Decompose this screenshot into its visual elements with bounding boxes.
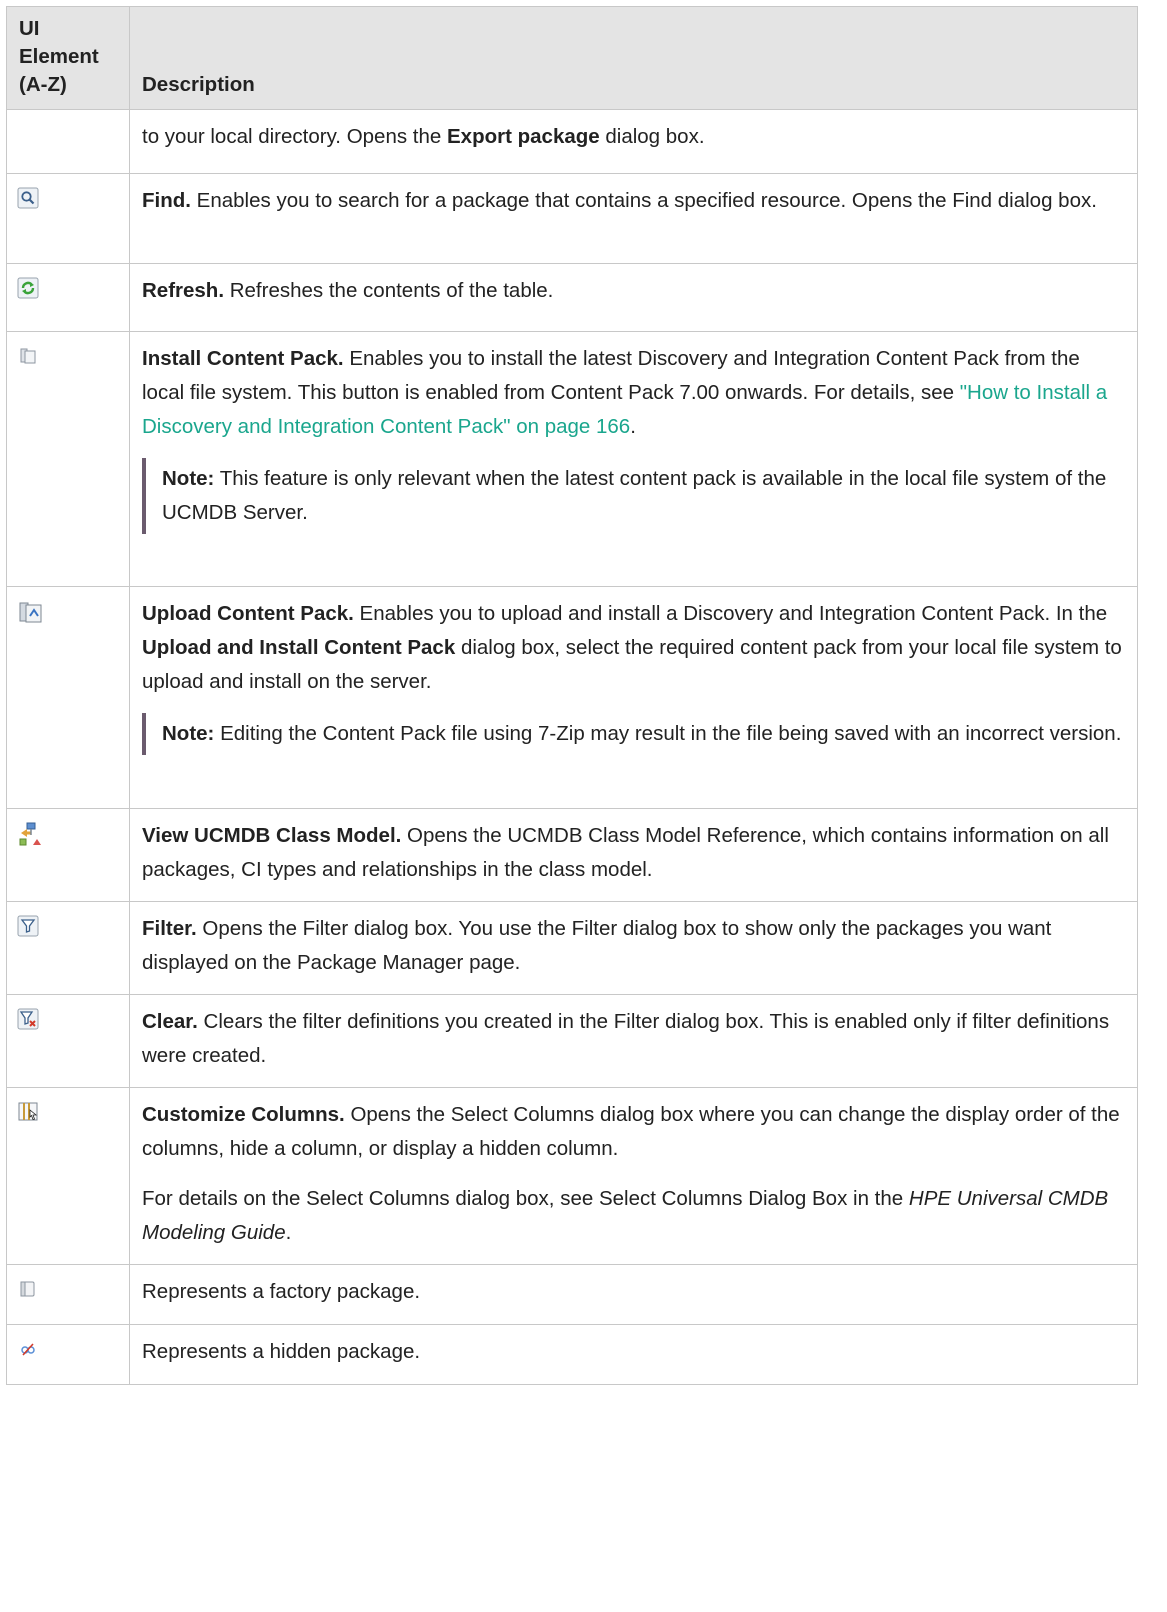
description-cell: to your local directory. Opens the Expor… [129,109,1138,174]
table-row: Customize Columns. Opens the Select Colu… [6,1087,1138,1265]
table-header-row: UI Element (A-Z) Description [6,6,1138,110]
filter-icon [17,914,39,948]
magnifier-icon [17,186,39,220]
icon-cell [6,109,130,174]
table-row: Represents a hidden package. [6,1324,1138,1385]
table-row: Install Content Pack. Enables you to ins… [6,331,1138,587]
class-model-icon [17,821,45,858]
customize-columns-icon [17,1100,39,1134]
hidden-package-icon [17,1337,39,1371]
table-row: Find. Enables you to search for a packag… [6,173,1138,264]
factory-package-icon [17,1277,39,1311]
table-row: Upload Content Pack. Enables you to uplo… [6,586,1138,809]
ui-elements-table: UI Element (A-Z) Description to your loca… [6,6,1138,1385]
table-row: to your local directory. Opens the Expor… [6,109,1138,174]
table-row: Represents a factory package. [6,1264,1138,1325]
header-ui-element: UI Element (A-Z) [6,6,130,110]
upload-content-pack-icon [17,599,47,636]
note-callout: Note: Editing the Content Pack file usin… [142,713,1125,755]
refresh-icon [17,276,39,310]
clear-filter-icon [17,1007,39,1041]
install-content-pack-icon [17,344,39,378]
note-callout: Note: This feature is only relevant when… [142,458,1125,534]
table-row: View UCMDB Class Model. Opens the UCMDB … [6,808,1138,902]
table-row: Refresh. Refreshes the contents of the t… [6,263,1138,332]
table-row: Filter. Opens the Filter dialog box. You… [6,901,1138,995]
header-description: Description [129,6,1138,110]
table-row: Clear. Clears the filter definitions you… [6,994,1138,1088]
